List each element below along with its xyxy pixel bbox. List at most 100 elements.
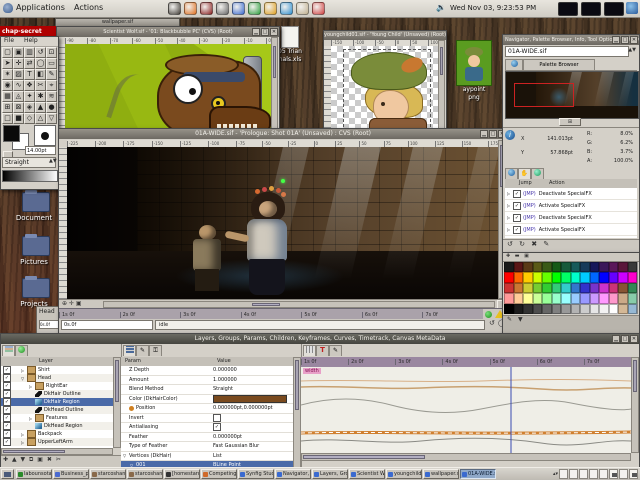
folder-icon[interactable]	[22, 236, 50, 256]
app-launcher-icon[interactable]	[312, 2, 325, 15]
canvas-horizontal-scrollbar[interactable]	[103, 301, 495, 308]
minimize-icon[interactable]: ▁	[612, 36, 620, 44]
history-row[interactable]: ▷✓(JMP)Activate SpecialFX	[505, 200, 637, 212]
brush-preview[interactable]	[34, 125, 56, 146]
palette-swatch[interactable]	[618, 283, 628, 293]
canvas-select-combo[interactable]: 01A-WIDE.sif	[505, 46, 629, 57]
tool-button[interactable]: ✱	[35, 91, 46, 102]
tray-box[interactable]	[604, 2, 624, 16]
raise-layer-icon[interactable]: ▲	[12, 456, 17, 463]
palette-edit-icon[interactable]: ✎	[507, 316, 512, 323]
spinner-arrows-icon[interactable]: ▲▼	[49, 158, 57, 164]
workspace-cell[interactable]	[579, 469, 588, 479]
task-button[interactable]: [homestarco]	[164, 469, 200, 479]
cut-layer-icon[interactable]: ✂	[56, 456, 61, 463]
workspace-cell[interactable]	[559, 469, 568, 479]
palette-swatch[interactable]	[618, 293, 628, 303]
palette-swatch[interactable]	[599, 283, 609, 293]
close-icon[interactable]: ✕	[630, 36, 638, 44]
tool-button[interactable]: ✶	[2, 69, 13, 80]
palette-browser-tab[interactable]: Palette Browser	[523, 59, 595, 70]
param-row[interactable]: Amount1.000000	[121, 376, 293, 386]
param-value-cell[interactable]: Fast Gaussian Blur	[213, 442, 293, 451]
layer-visibility-checkbox[interactable]: ✓	[3, 430, 11, 438]
param-value-cell[interactable]: 0.000000	[213, 366, 293, 375]
param-value[interactable]: 0.000000pt,0.000000pt	[213, 405, 273, 411]
clear-history-icon[interactable]: ✖	[531, 240, 537, 248]
params-col-param[interactable]: Param	[125, 358, 141, 364]
timebar-label[interactable]: 5s 0f	[490, 359, 537, 365]
palette-save-icon[interactable]: ▼	[518, 316, 523, 323]
minimize-icon[interactable]: ▁	[612, 335, 620, 343]
tool-button[interactable]: ➤	[2, 58, 13, 69]
layer-name[interactable]: UpperLeftArm	[38, 439, 73, 445]
maximize-icon[interactable]: □	[489, 130, 497, 138]
layer-name[interactable]: Backpack	[38, 431, 62, 437]
palette-swatch[interactable]	[609, 272, 619, 282]
palette-swatch[interactable]	[542, 304, 552, 314]
params-col-value[interactable]: Value	[217, 358, 231, 364]
param-value-cell[interactable]: Straight	[213, 385, 293, 394]
palette-swatch[interactable]	[561, 283, 571, 293]
workspace-cell[interactable]	[589, 469, 598, 479]
navigator-window[interactable]: Navigator, Palette Browser, Info, Tool O…	[502, 34, 640, 254]
outline-color-swatch[interactable]	[3, 125, 20, 142]
palette-swatch[interactable]	[628, 293, 638, 303]
tool-button[interactable]: △	[35, 113, 46, 124]
timebar-label[interactable]: 6s 0f	[362, 312, 423, 318]
param-value-cell[interactable]: 1.000000	[213, 376, 293, 385]
tool-button[interactable]: T	[24, 69, 35, 80]
edit-curves-tab[interactable]: ✎	[329, 345, 342, 356]
timebar-label[interactable]: 4s 0f	[442, 359, 489, 365]
dock-window[interactable]: Layers, Groups, Params, Children, Keyfra…	[0, 333, 640, 469]
palette-swatch[interactable]	[504, 304, 514, 314]
blend-method-select[interactable]: Straight	[2, 157, 56, 168]
tool-options-tab[interactable]: ✋	[518, 168, 531, 179]
applications-menu[interactable]: Applications	[16, 3, 65, 12]
palette-swatch[interactable]	[542, 272, 552, 282]
curves-tab[interactable]	[303, 345, 316, 356]
synfig-toolbox-window[interactable]: File Help ▢▣▥↺⊡➤✛⇄◯▭✶▨T◧✎◉∿❖✂⌖▦◬✦✱≋⊞⊠◈▲●…	[0, 36, 59, 190]
tool-button[interactable]: ▽	[46, 113, 57, 124]
task-button[interactable]: Business_pla	[53, 469, 89, 479]
palette-swatch[interactable]	[618, 304, 628, 314]
maximize-icon[interactable]: □	[621, 36, 629, 44]
palette-swatch[interactable]	[552, 262, 562, 272]
timebar-label[interactable]: 7s 0f	[584, 359, 631, 365]
group-layer-icon[interactable]: ▣	[37, 456, 43, 463]
palette-swatch[interactable]	[609, 283, 619, 293]
palette-swatch[interactable]	[590, 293, 600, 303]
timebar-label[interactable]: 1s 0f	[301, 359, 348, 365]
app-launcher-icon[interactable]	[168, 2, 181, 15]
history-checkbox[interactable]: ✓	[513, 214, 521, 222]
tool-button[interactable]: ⊡	[46, 47, 57, 58]
param-row[interactable]: Feather0.000000pt	[121, 433, 293, 443]
param-value-cell[interactable]	[213, 414, 293, 423]
timebar-label[interactable]: 4s 0f	[241, 312, 302, 318]
tool-button[interactable]: ◈	[24, 102, 35, 113]
layers-col-label[interactable]: Layer	[39, 358, 53, 364]
folder-icon[interactable]	[22, 192, 50, 212]
history-jump-link[interactable]: (JMP)	[523, 191, 536, 197]
current-time-field[interactable]: 0s.0f	[61, 320, 153, 330]
maximize-icon[interactable]: □	[261, 28, 269, 36]
palette-swatch[interactable]	[504, 293, 514, 303]
timebar-label[interactable]: 5s 0f	[301, 312, 362, 318]
combo-spinner-icon[interactable]: ▲▼	[628, 47, 636, 53]
app-launcher-icon[interactable]	[264, 2, 277, 15]
tray-box[interactable]	[581, 2, 601, 16]
zoom-icon[interactable]: ⊕	[62, 300, 67, 307]
palette-remove-icon[interactable]: ▬	[515, 253, 520, 259]
render-ok-icon[interactable]	[485, 311, 492, 318]
param-value-cell[interactable]: List	[213, 452, 293, 461]
close-icon[interactable]: ✕	[630, 335, 638, 343]
palette-swatch[interactable]	[580, 262, 590, 272]
timebar-label[interactable]: 7s 0f	[422, 312, 483, 318]
pan-icon[interactable]: ✛	[69, 300, 74, 307]
children-tab[interactable]: ✎	[136, 345, 149, 356]
history-checkbox[interactable]: ✓	[513, 190, 521, 198]
tool-button[interactable]: ⊞	[2, 102, 13, 113]
main-window-titlebar[interactable]: 01A-WIDE.sif - 'Prologue: Shot 01A' (Uns…	[59, 129, 507, 139]
palette-swatch[interactable]	[580, 293, 590, 303]
speaker-icon[interactable]: 🔉	[436, 3, 446, 12]
